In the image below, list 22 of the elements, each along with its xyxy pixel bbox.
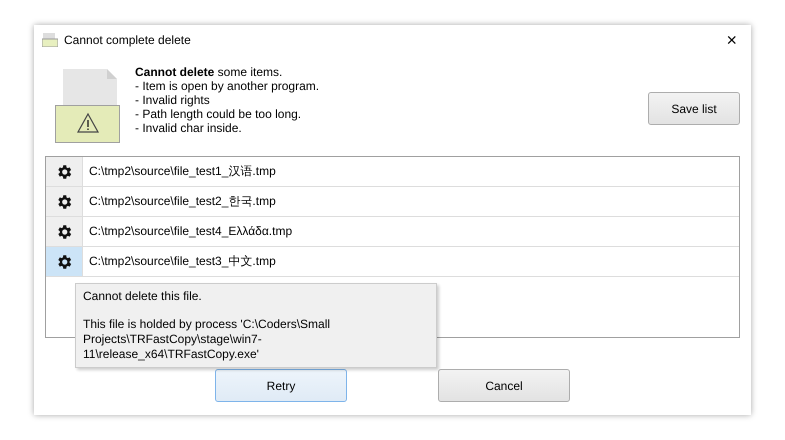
- reason-text: - Invalid rights: [135, 93, 211, 107]
- file-icon: [42, 33, 58, 47]
- tooltip-text: This file is holded by process 'C:\Coders\Small Projects\TRFastCopy\stage\win7-11\release_x64\TRFastCopy.exe': [83, 317, 332, 362]
- dialog-button[interactable]: Cancel: [438, 369, 570, 402]
- window-title: Cannot complete delete: [64, 33, 192, 47]
- file-path[interactable]: C:\tmp2\source\file_test3_中文.tmp: [83, 247, 276, 276]
- file-icon-cell[interactable]: [46, 217, 83, 246]
- reason-text: - Path length could be too long.: [135, 107, 302, 121]
- file-path[interactable]: C:\tmp2\source\file_test4_Ελλάδα.tmp: [83, 217, 292, 246]
- file-icon-cell[interactable]: [46, 247, 83, 276]
- dialog-button[interactable]: Retry: [215, 369, 347, 402]
- message-heading: Cannot delete some items.: [135, 65, 284, 79]
- close-button[interactable]: ×: [720, 30, 743, 50]
- file-warning-icon: [55, 69, 121, 143]
- file-path[interactable]: C:\tmp2\source\file_test2_한국.tmp: [83, 187, 276, 216]
- tooltip-title: Cannot delete this file.: [83, 289, 203, 303]
- file-icon-cell[interactable]: [46, 157, 83, 186]
- file-icon-cell[interactable]: [46, 187, 83, 216]
- reason-text: - Invalid char inside.: [135, 121, 243, 135]
- file-path[interactable]: C:\tmp2\source\file_test1_汉语.tmp: [83, 157, 276, 186]
- reason-text: - Item is open by another program.: [135, 79, 320, 93]
- save-list-button[interactable]: Save list: [648, 92, 740, 125]
